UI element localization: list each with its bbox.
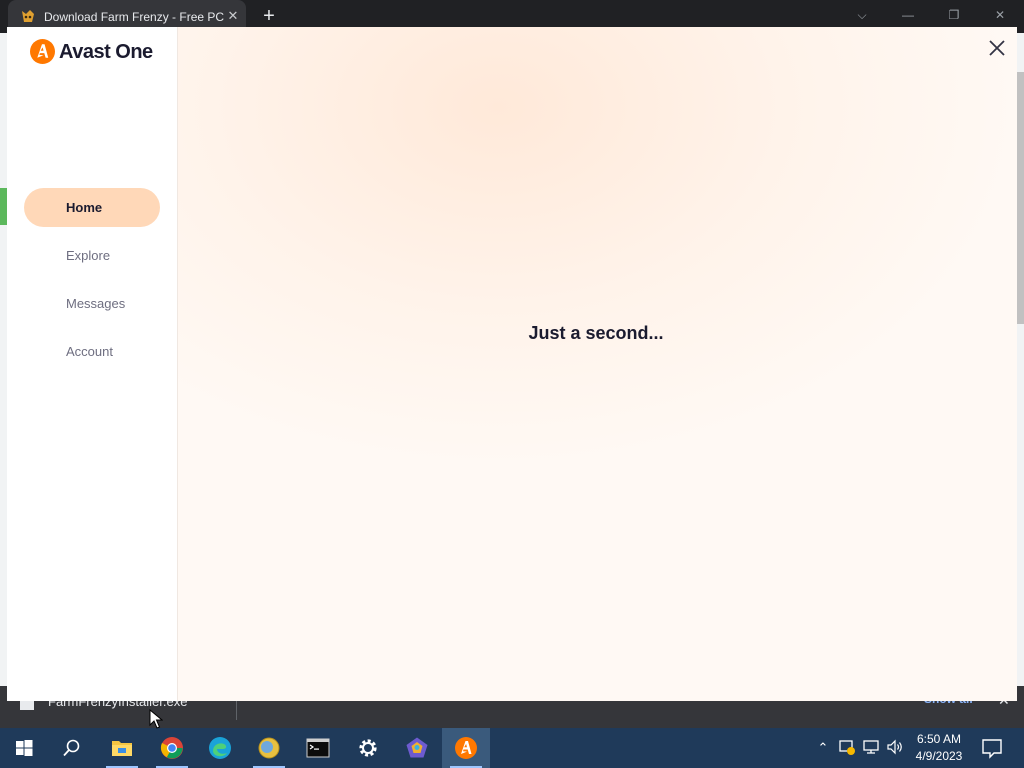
edge-icon (209, 737, 231, 759)
nav-messages-label: Messages (66, 296, 126, 311)
windows-icon (16, 740, 33, 756)
network-monitor-icon (863, 740, 879, 754)
avast-one-taskbar-button[interactable] (442, 728, 490, 768)
windows-security-icon (839, 740, 855, 755)
chrome-icon (160, 737, 183, 759)
terminal-icon (306, 738, 330, 758)
main-content: Just a second... (178, 27, 1017, 701)
page-scrollbar[interactable] (1016, 72, 1024, 324)
farm-frenzy-favicon-icon (22, 10, 34, 22)
window-close-button[interactable]: ✕ (986, 4, 1014, 26)
nav-explore[interactable]: Explore (24, 236, 160, 275)
mouse-cursor-icon (149, 709, 163, 729)
nav-home[interactable]: Home (24, 188, 160, 227)
pentagon-app-icon (406, 737, 428, 758)
minimize-button[interactable]: — (894, 4, 922, 26)
clock-date: 4/9/2023 (915, 749, 963, 763)
notification-icon[interactable] (980, 736, 1004, 760)
nav-home-label: Home (66, 200, 103, 215)
clock[interactable]: 6:50 AM 4/9/2023 (908, 731, 970, 765)
speaker-icon (887, 739, 902, 755)
app-yellow-button[interactable] (245, 728, 293, 768)
network-icon[interactable] (861, 738, 881, 758)
search-icon (63, 739, 80, 757)
clock-time: 6:50 AM (916, 732, 962, 746)
sidebar: Avast One Home Explore Messages Account (7, 27, 178, 701)
search-button[interactable] (48, 728, 96, 768)
avast-window: Avast One Home Explore Messages Account … (7, 27, 1017, 701)
security-tray-icon[interactable] (837, 738, 857, 758)
avast-icon (455, 737, 477, 759)
tab-title: Download Farm Frenzy - Free PC (44, 10, 224, 24)
folder-icon (112, 741, 132, 756)
logo-text: Avast One (59, 41, 153, 63)
nav-account-label: Account (66, 344, 113, 359)
nav-explore-label: Explore (66, 248, 111, 263)
edge-button[interactable] (196, 728, 244, 768)
settings-button[interactable] (344, 728, 392, 768)
tab-close-icon[interactable]: ✕ (224, 7, 242, 25)
avast-logo-icon (30, 39, 55, 64)
volume-icon[interactable] (885, 738, 905, 758)
restore-button[interactable]: ❐ (940, 4, 968, 26)
new-tab-button[interactable]: + (258, 5, 280, 27)
chrome-button[interactable] (148, 728, 196, 768)
nav-account[interactable]: Account (24, 332, 160, 371)
loading-message: Just a second... (528, 323, 664, 343)
show-hidden-icons-icon[interactable]: ⌃ (813, 738, 833, 758)
app-globe-icon (258, 737, 280, 759)
terminal-button[interactable] (294, 728, 342, 768)
start-button[interactable] (0, 728, 48, 768)
file-explorer-button[interactable] (98, 728, 146, 768)
app-pentagon-button[interactable] (393, 728, 441, 768)
nav-messages[interactable]: Messages (24, 284, 160, 323)
tab-search-icon[interactable]: ⌵ (848, 4, 876, 26)
taskbar: ⌃ 6:50 AM 4/9/2023 (0, 728, 1024, 768)
gear-icon (359, 739, 377, 757)
close-icon[interactable] (986, 37, 1008, 59)
